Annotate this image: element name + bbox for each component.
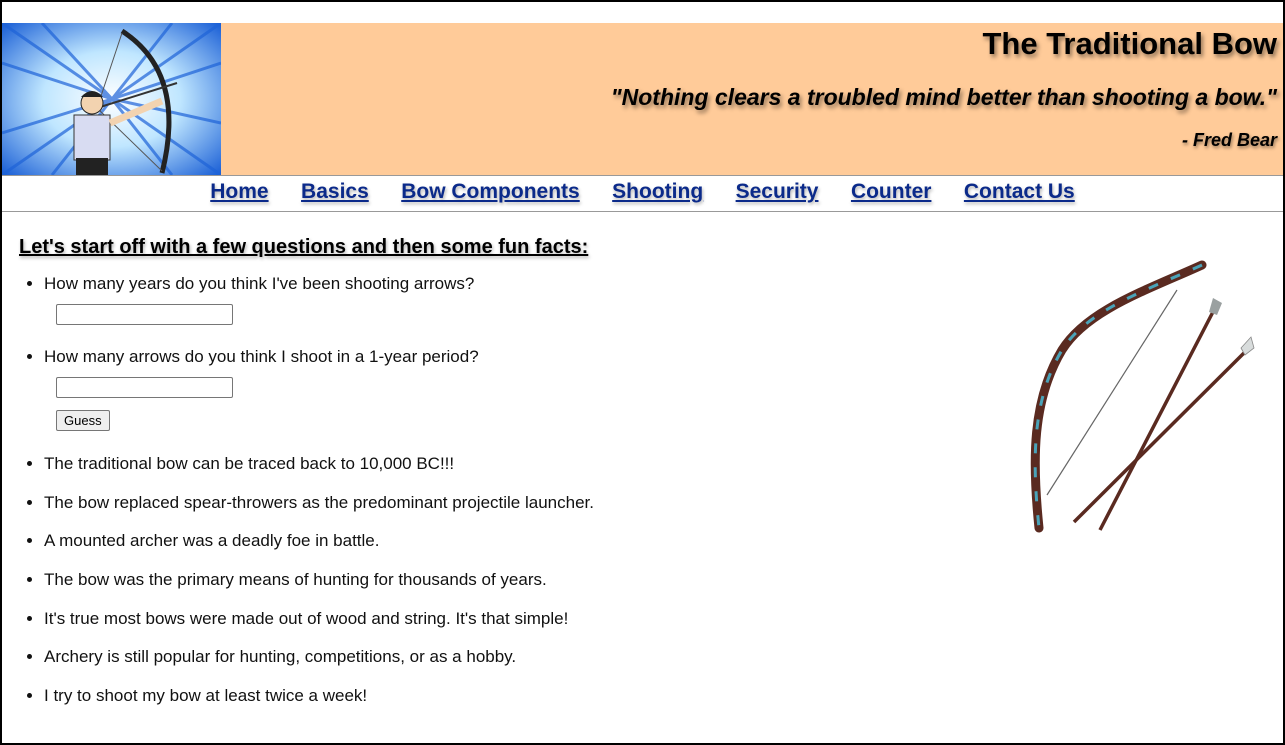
quote-author: - Fred Bear	[1181, 130, 1277, 150]
page-frame: The Traditional Bow "Nothing clears a tr…	[0, 0, 1285, 745]
guess-button[interactable]: Guess	[56, 410, 110, 431]
nav-security[interactable]: Security	[736, 177, 819, 207]
site-title: The Traditional Bow	[982, 26, 1277, 61]
years-guess-input[interactable]	[56, 304, 233, 325]
header-quote: "Nothing clears a troubled mind better t…	[610, 84, 1277, 110]
list-item: A mounted archer was a deadly foe in bat…	[44, 531, 594, 570]
nav-counter[interactable]: Counter	[851, 177, 932, 207]
nav-home[interactable]: Home	[210, 177, 268, 207]
list-item: The traditional bow can be traced back t…	[44, 454, 594, 493]
arrows-guess-input[interactable]	[56, 377, 233, 398]
list-item: I try to shoot my bow at least twice a w…	[44, 686, 594, 725]
facts-list: How many years do you think I've been sh…	[2, 274, 594, 725]
list-item: The bow replaced spear-throwers as the p…	[44, 493, 594, 532]
list-item: The bow was the primary means of hunting…	[44, 570, 594, 609]
nav-contact-us[interactable]: Contact Us	[964, 177, 1075, 207]
main-nav: Home Basics Bow Components Shooting Secu…	[2, 175, 1283, 212]
question-arrows-label: How many arrows do you think I shoot in …	[44, 347, 479, 366]
nav-basics[interactable]: Basics	[301, 177, 369, 207]
list-item: Archery is still popular for hunting, co…	[44, 647, 594, 686]
list-item: How many arrows do you think I shoot in …	[44, 347, 594, 454]
list-item: It's true most bows were made out of woo…	[44, 609, 594, 648]
question-years-label: How many years do you think I've been sh…	[44, 274, 475, 293]
intro-heading: Let's start off with a few questions and…	[19, 236, 589, 258]
archer-cartoon-icon	[2, 23, 221, 175]
nav-bow-components[interactable]: Bow Components	[401, 177, 580, 207]
site-header: The Traditional Bow "Nothing clears a tr…	[2, 23, 1283, 175]
nav-shooting[interactable]: Shooting	[612, 177, 703, 207]
list-item: How many years do you think I've been sh…	[44, 274, 594, 347]
bow-and-arrows-icon	[1027, 260, 1262, 535]
